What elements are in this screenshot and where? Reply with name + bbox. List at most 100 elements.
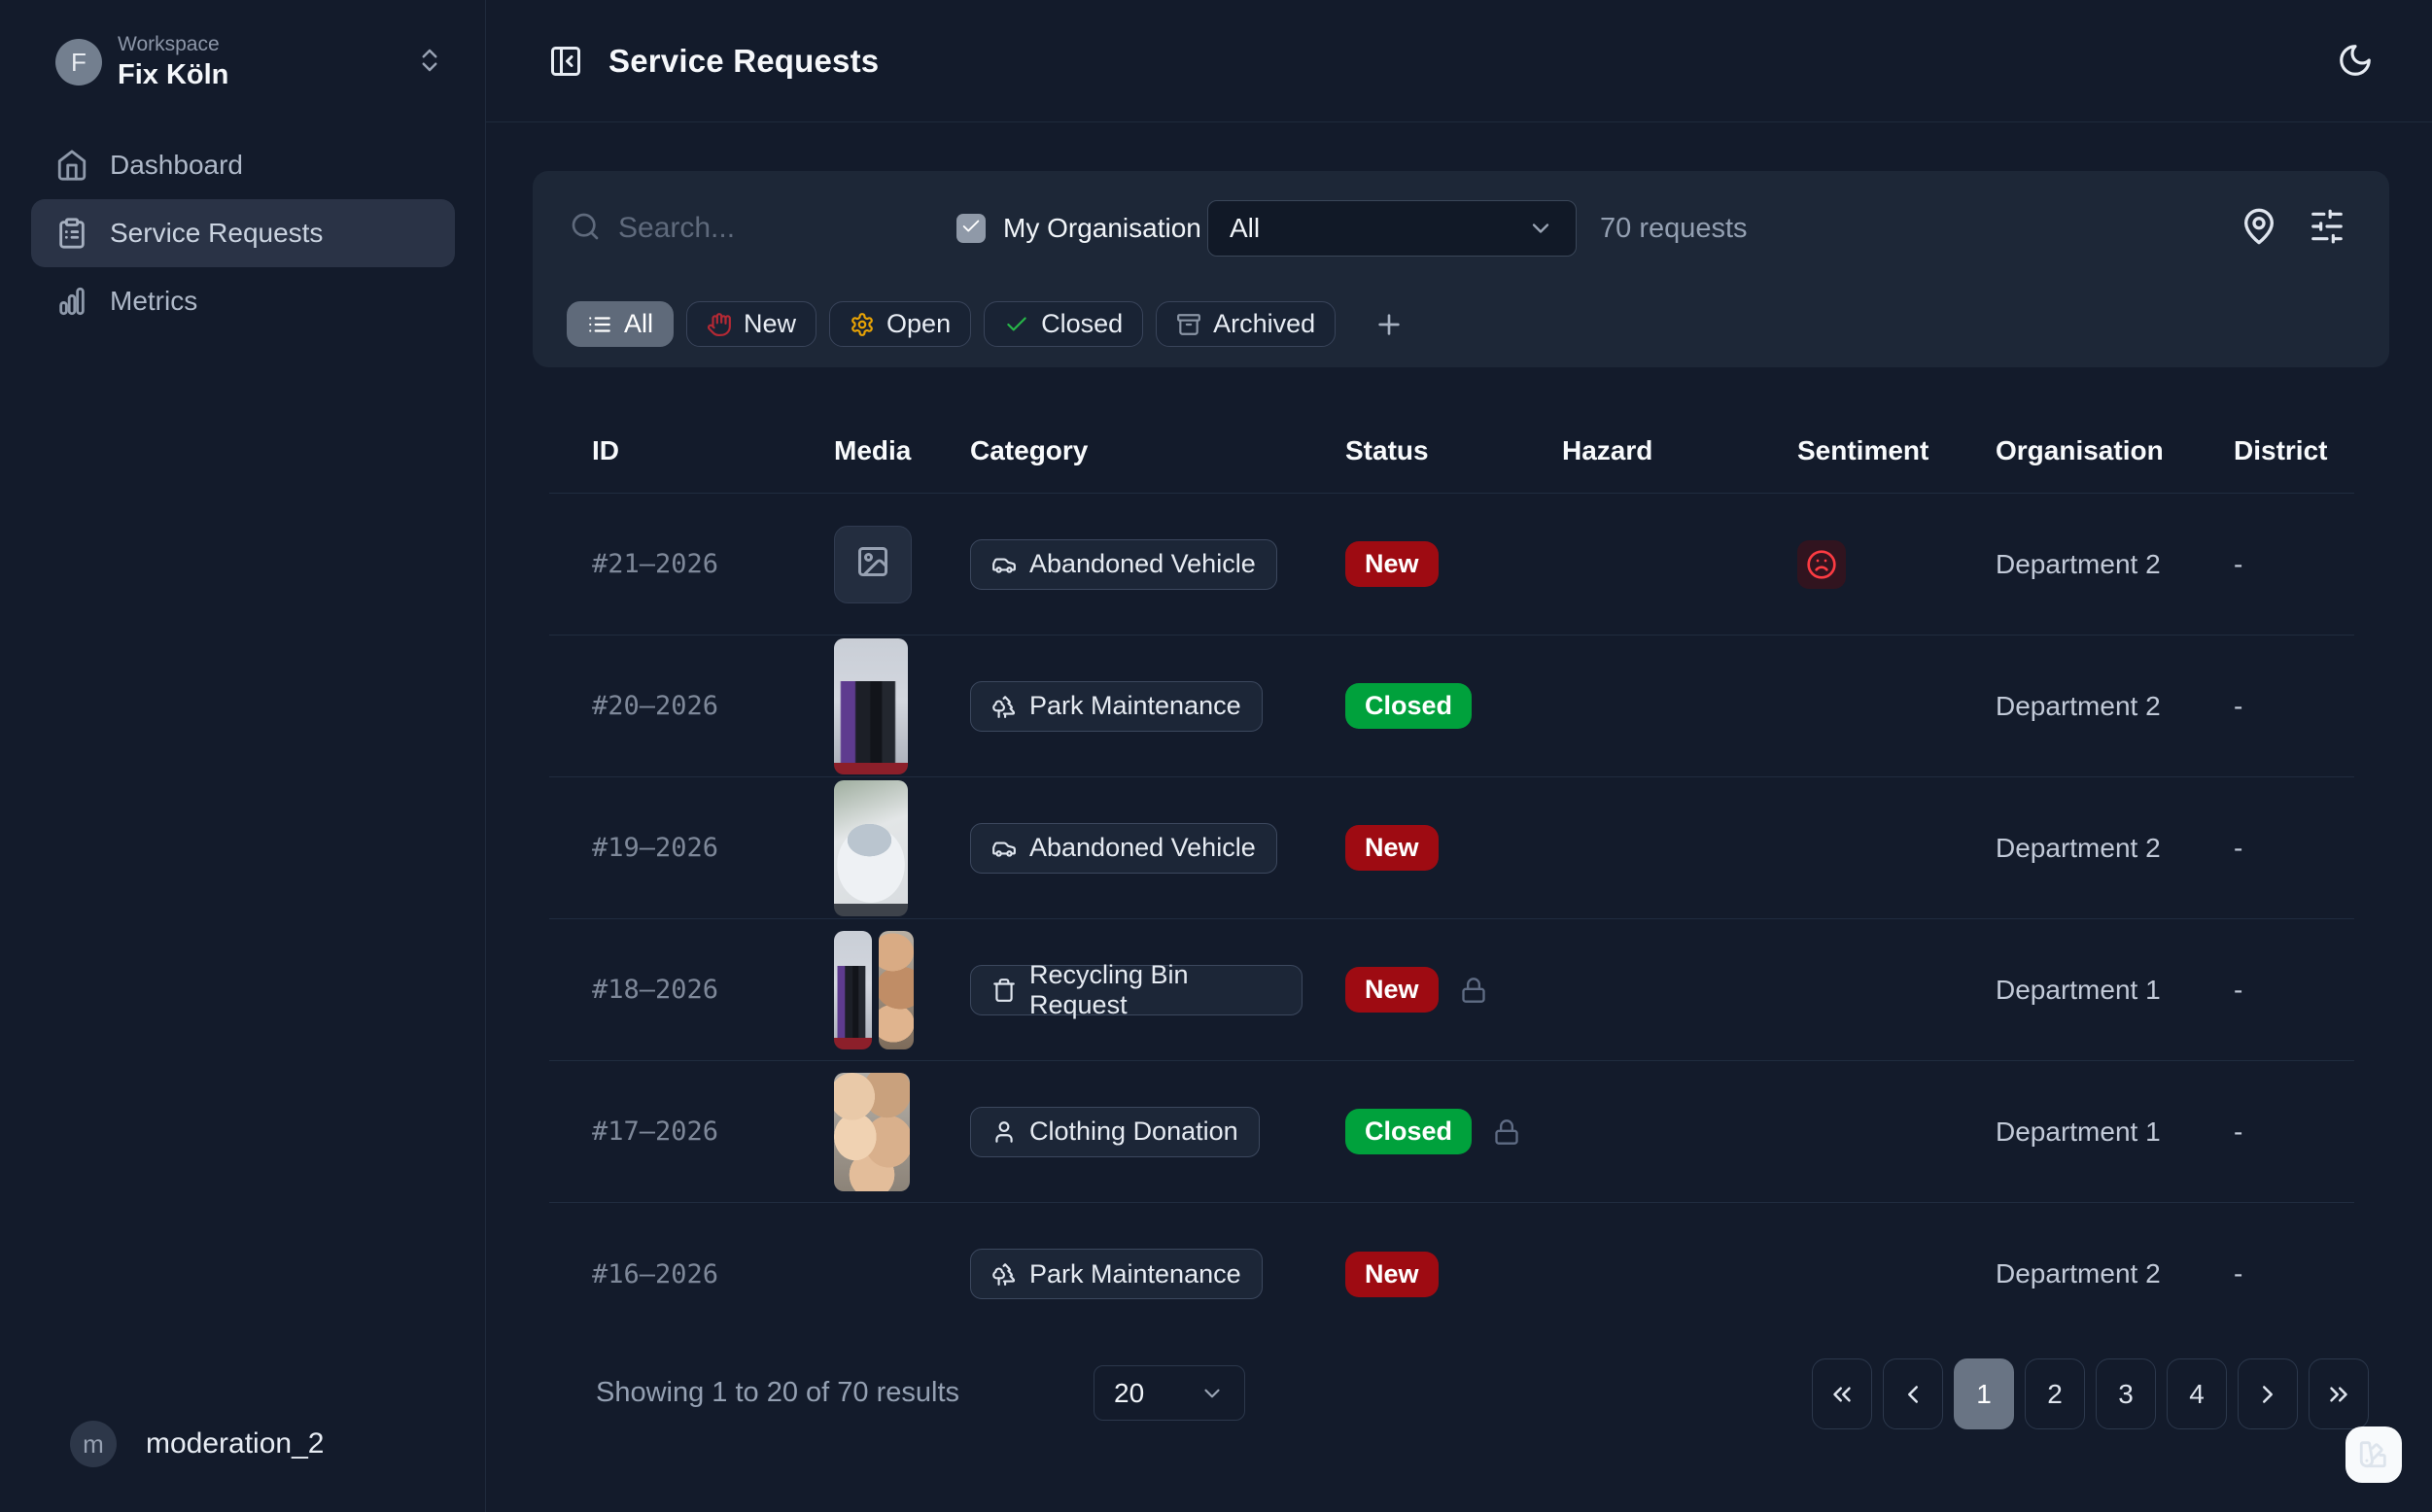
my-organisation-toggle[interactable]: My Organisation bbox=[956, 200, 1201, 257]
results-summary: Showing 1 to 20 of 70 results bbox=[596, 1358, 959, 1426]
table-row[interactable]: #17–2026 Clothing Donation Closed Departmen… bbox=[549, 1061, 2354, 1203]
category-cell: Abandoned Vehicle bbox=[927, 539, 1303, 590]
created-cell: ( bbox=[2345, 1117, 2354, 1148]
filter-chip-all[interactable]: All bbox=[567, 301, 674, 347]
page-size-value: 20 bbox=[1114, 1378, 1199, 1409]
column-header-status: Status bbox=[1303, 435, 1519, 466]
app-root: F Workspace Fix Köln Dashboard Service Re… bbox=[0, 0, 2432, 1512]
column-header-hazard: Hazard bbox=[1519, 435, 1755, 466]
organisation-cell: Department 2 bbox=[1953, 833, 2191, 864]
page-button-4[interactable]: 4 bbox=[2167, 1358, 2227, 1429]
sidebar-item-dashboard[interactable]: Dashboard bbox=[31, 131, 455, 199]
created-cell: ( bbox=[2345, 833, 2354, 864]
created-cell: ( bbox=[2345, 691, 2354, 722]
media-cell bbox=[791, 526, 927, 603]
status-cell: Closed bbox=[1303, 1109, 1519, 1154]
district-cell: - bbox=[2191, 549, 2345, 580]
organisation-select[interactable]: All bbox=[1207, 200, 1577, 257]
request-id: #17–2026 bbox=[549, 1117, 791, 1147]
clipboard-icon bbox=[55, 217, 88, 250]
workspace-label: Workspace bbox=[118, 33, 415, 56]
add-filter-button[interactable] bbox=[1373, 309, 1405, 340]
trash-icon bbox=[991, 978, 1017, 1003]
user-menu[interactable]: m moderation_2 bbox=[70, 1421, 324, 1467]
status-badge: New bbox=[1345, 1252, 1439, 1297]
column-header-media: Media bbox=[791, 435, 927, 466]
media-thumbnail bbox=[879, 931, 914, 1049]
organisation-cell: Department 1 bbox=[1953, 1117, 2191, 1148]
table-row[interactable]: #16–2026Park MaintenanceNewDepartment 2-… bbox=[549, 1203, 2354, 1345]
page-button-3[interactable]: 3 bbox=[2096, 1358, 2156, 1429]
filter-chip-closed[interactable]: Closed bbox=[984, 301, 1143, 347]
search-field bbox=[570, 200, 910, 257]
page-button-1[interactable]: 1 bbox=[1954, 1358, 2014, 1429]
main-area: Service Requests My Organisation All 70 … bbox=[486, 0, 2432, 1512]
table-row[interactable]: #20–2026Park MaintenanceClosedDepartment… bbox=[549, 636, 2354, 777]
first-page-button[interactable] bbox=[1812, 1358, 1872, 1429]
workspace-switcher[interactable]: F Workspace Fix Köln bbox=[55, 37, 444, 87]
table-row[interactable]: #18–2026Recycling Bin RequestNewDepartme… bbox=[549, 919, 2354, 1061]
sidebar-item-service-requests[interactable]: Service Requests bbox=[31, 199, 455, 267]
category-chip: Recycling Bin Request bbox=[970, 965, 1303, 1015]
map-view-button[interactable] bbox=[2236, 204, 2282, 251]
check-icon bbox=[1004, 312, 1029, 337]
search-input[interactable] bbox=[618, 212, 910, 245]
collapse-sidebar-icon[interactable] bbox=[548, 44, 583, 79]
created-cell: ( bbox=[2345, 975, 2354, 1006]
status-badge: Closed bbox=[1345, 1109, 1472, 1154]
media-thumbnail[interactable] bbox=[834, 1073, 910, 1191]
category-cell: Park Maintenance bbox=[927, 681, 1303, 732]
image-icon bbox=[855, 544, 890, 584]
pagination: 1234 bbox=[1812, 1358, 2369, 1429]
top-bar: Service Requests bbox=[486, 0, 2432, 122]
gear-icon bbox=[850, 312, 875, 337]
category-chip: Abandoned Vehicle bbox=[970, 823, 1277, 874]
workspace-avatar: F bbox=[55, 39, 102, 86]
category-label: Park Maintenance bbox=[1029, 1259, 1241, 1289]
previous-page-button[interactable] bbox=[1883, 1358, 1943, 1429]
advanced-filters-button[interactable] bbox=[2304, 204, 2350, 251]
category-chip: Park Maintenance bbox=[970, 1249, 1263, 1299]
filter-chip-open[interactable]: Open bbox=[829, 301, 971, 347]
table-row[interactable]: #21–2026Abandoned VehicleNewDepartment 2… bbox=[549, 494, 2354, 636]
media-thumbnails[interactable] bbox=[834, 931, 914, 1049]
search-icon bbox=[570, 211, 601, 247]
category-label: Abandoned Vehicle bbox=[1029, 833, 1256, 863]
my-organisation-checkbox[interactable] bbox=[956, 214, 986, 243]
theme-toggle-button[interactable] bbox=[2337, 42, 2378, 83]
created-cell: ( bbox=[2345, 549, 2354, 580]
sliders-icon bbox=[2309, 208, 2345, 248]
table-row[interactable]: #19–2026Abandoned VehicleNewDepartment 2… bbox=[549, 777, 2354, 919]
sidebar-item-metrics[interactable]: Metrics bbox=[31, 267, 455, 335]
filter-chip-label: All bbox=[624, 309, 653, 339]
status-cell: New bbox=[1303, 825, 1519, 871]
media-placeholder[interactable] bbox=[834, 526, 912, 603]
category-chip: Clothing Donation bbox=[970, 1107, 1260, 1157]
lock-icon bbox=[1460, 977, 1487, 1004]
category-cell: Abandoned Vehicle bbox=[927, 823, 1303, 874]
media-thumbnail[interactable] bbox=[834, 780, 908, 916]
requests-table: IDMediaCategoryStatusHazardSentimentOrga… bbox=[549, 408, 2354, 1345]
request-id: #20–2026 bbox=[549, 691, 791, 721]
next-page-button[interactable] bbox=[2238, 1358, 2298, 1429]
sidebar: F Workspace Fix Köln Dashboard Service Re… bbox=[0, 0, 486, 1512]
trees-icon bbox=[991, 1261, 1017, 1287]
column-header-id: ID bbox=[549, 435, 791, 466]
sidebar-item-label: Dashboard bbox=[110, 150, 243, 181]
district-cell: - bbox=[2191, 833, 2345, 864]
sidebar-item-label: Service Requests bbox=[110, 218, 323, 249]
media-thumbnail[interactable] bbox=[834, 638, 908, 774]
status-badge: New bbox=[1345, 825, 1439, 871]
filter-panel: My Organisation All 70 requests AllNewOp… bbox=[533, 171, 2389, 367]
page-size-select[interactable]: 20 bbox=[1094, 1365, 1245, 1421]
user-name: moderation_2 bbox=[146, 1427, 324, 1460]
media-thumbnail[interactable] bbox=[834, 1217, 908, 1331]
car-icon bbox=[991, 552, 1017, 577]
my-organisation-label: My Organisation bbox=[1003, 213, 1201, 244]
page-button-2[interactable]: 2 bbox=[2025, 1358, 2085, 1429]
last-page-button[interactable] bbox=[2309, 1358, 2369, 1429]
table-footer: Showing 1 to 20 of 70 results 20 1234 bbox=[596, 1358, 2369, 1426]
theme-widget-button[interactable] bbox=[2345, 1426, 2402, 1483]
filter-chip-new[interactable]: New bbox=[686, 301, 816, 347]
filter-chip-archived[interactable]: Archived bbox=[1156, 301, 1336, 347]
